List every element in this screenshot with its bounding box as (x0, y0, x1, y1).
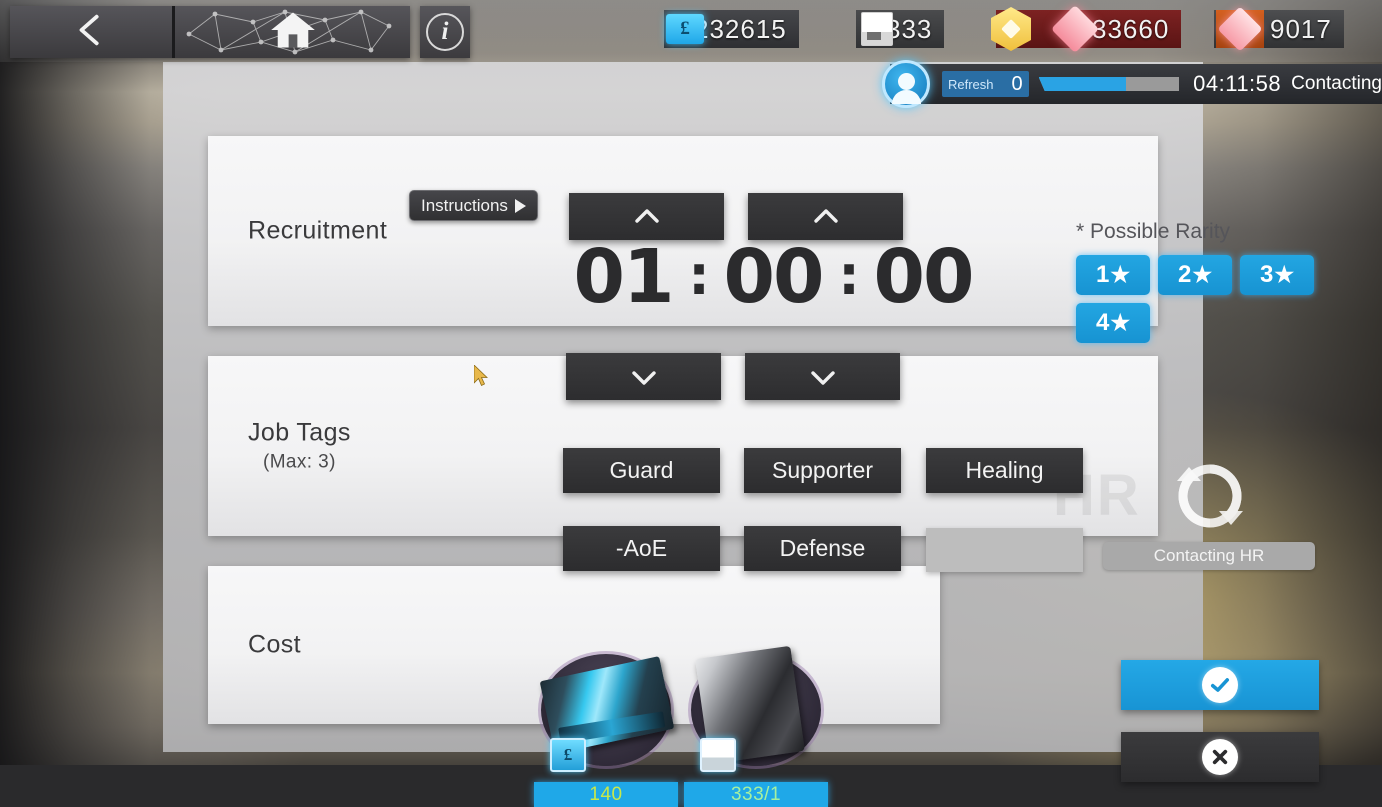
job-tag-empty-slot[interactable] (926, 528, 1083, 572)
timer-minutes[interactable]: 00 (713, 234, 833, 320)
cost-item-lmd-quantity: 140 (534, 782, 678, 807)
refresh-label: Refresh (948, 77, 994, 92)
recruitment-permit-icon (856, 9, 898, 49)
star-icon: ★ (1192, 262, 1212, 288)
instructions-button[interactable]: Instructions (409, 190, 538, 221)
refresh-count: 0 (1012, 73, 1023, 96)
job-tags-label: Job Tags (Max: 3) (248, 419, 351, 474)
refresh-timer: 04:11:58 (1193, 71, 1281, 97)
refresh-progress-bar (1039, 77, 1179, 91)
job-tag-defense[interactable]: Defense (744, 526, 901, 571)
chevron-up-icon (811, 202, 841, 232)
minutes-increment-button[interactable] (748, 193, 903, 240)
timer-hours[interactable]: 01 (563, 234, 683, 320)
job-tag-guard[interactable]: Guard (563, 448, 720, 493)
chevron-down-icon (629, 362, 659, 392)
job-tag-supporter[interactable]: Supporter (744, 448, 901, 493)
check-circle-icon (1202, 667, 1238, 703)
recruitment-panel: HR Recruitment Job Tags (Max: 3) Cost In… (163, 62, 1203, 752)
timer-separator-1: : (683, 244, 713, 307)
hours-increment-button[interactable] (569, 193, 724, 240)
hours-decrement-button[interactable] (566, 353, 721, 400)
back-button[interactable] (10, 6, 172, 58)
rarity-badge-list: 1 ★ 2 ★ 3 ★ 4 ★ (1076, 255, 1316, 343)
cancel-button[interactable] (1121, 732, 1319, 782)
top-hud-bar: i £ 232615 333 33660 9017 (0, 0, 1382, 62)
job-tag-aoe[interactable]: -AoE (563, 526, 720, 571)
info-icon: i (426, 13, 464, 51)
recruitment-label: Recruitment (248, 217, 387, 246)
possible-rarity-group: * Possible Rarity 1 ★ 2 ★ 3 ★ 4 ★ (1076, 220, 1326, 343)
cost-item-recruitment-permit[interactable]: 333/1 (686, 640, 826, 780)
rarity-badge-3-number: 3 (1260, 261, 1273, 289)
orundum-diamond-icon (1054, 9, 1096, 49)
lmd-icon: £ (664, 9, 706, 49)
cost-item-permit-quantity: 333/1 (684, 782, 828, 807)
rarity-badge-2-number: 2 (1178, 261, 1191, 289)
orundum-icon (1216, 10, 1264, 48)
chevron-down-icon (808, 362, 838, 392)
timer-seconds: 00 (863, 234, 983, 320)
star-icon: ★ (1110, 262, 1130, 288)
home-button[interactable] (175, 6, 410, 58)
star-icon: ★ (1110, 310, 1130, 336)
rarity-badge-3[interactable]: 3 ★ (1240, 255, 1314, 295)
job-tag-healing[interactable]: Healing (926, 448, 1083, 493)
rarity-badge-1[interactable]: 1 ★ (1076, 255, 1150, 295)
rarity-badge-4-number: 4 (1096, 309, 1109, 337)
refresh-counter[interactable]: Refresh 0 (942, 71, 1029, 97)
chevron-up-icon (632, 202, 662, 232)
info-button[interactable]: i (420, 6, 470, 58)
operator-avatar-icon[interactable] (882, 60, 930, 108)
job-tags-title: Job Tags (248, 419, 351, 447)
currency-originite-prime[interactable]: 33660 (996, 10, 1181, 48)
navigation-group (10, 6, 410, 58)
close-circle-icon (1202, 739, 1238, 775)
possible-rarity-title: * Possible Rarity (1076, 220, 1326, 244)
chevron-left-icon (72, 11, 110, 54)
sync-refresh-icon[interactable] (1171, 457, 1249, 535)
refresh-status-text: Contacting (1291, 73, 1382, 95)
contacting-hr-button: Contacting HR (1103, 542, 1315, 570)
home-icon (269, 8, 317, 57)
minutes-decrement-button[interactable] (745, 353, 900, 400)
mouse-cursor-icon (474, 365, 490, 387)
rarity-badge-1-number: 1 (1096, 261, 1109, 289)
recruitment-permit-badge-icon (700, 738, 736, 772)
rarity-badge-4[interactable]: 4 ★ (1076, 303, 1150, 343)
cost-item-lmd[interactable]: £ 140 (536, 640, 676, 780)
play-triangle-icon (515, 199, 526, 213)
currency-recruit-permit[interactable]: 333 (856, 10, 944, 48)
lmd-badge-icon: £ (550, 738, 586, 772)
timer-separator-2: : (833, 244, 863, 307)
confirm-button[interactable] (1121, 660, 1319, 710)
job-tags-max: (Max: 3) (248, 452, 351, 474)
refresh-status-bar: Refresh 0 04:11:58 Contacting (890, 64, 1382, 104)
currency-lmd[interactable]: £ 232615 (664, 10, 799, 48)
rarity-badge-2[interactable]: 2 ★ (1158, 255, 1232, 295)
star-icon: ★ (1274, 262, 1294, 288)
refresh-progress-fill (1039, 77, 1126, 91)
instructions-label: Instructions (421, 196, 508, 216)
originite-prime-icon (990, 9, 1032, 49)
currency-orundum[interactable]: 9017 (1214, 10, 1344, 48)
cost-label: Cost (248, 631, 301, 660)
